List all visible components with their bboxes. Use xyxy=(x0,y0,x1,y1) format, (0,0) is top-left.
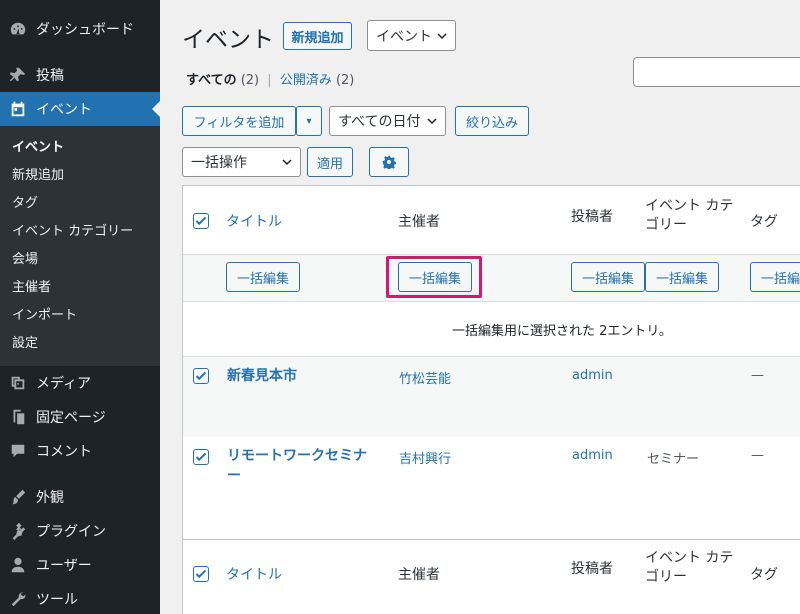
divider xyxy=(183,539,800,540)
row-tags: — xyxy=(751,448,764,463)
bulk-action-value: 一括操作 xyxy=(191,155,247,171)
chevron-down-icon xyxy=(437,32,447,39)
add-filter-dropdown-button[interactable]: ▾ xyxy=(296,106,322,136)
view-published-count: (2) xyxy=(335,73,355,88)
menu-plugins[interactable]: プラグイン xyxy=(0,514,160,548)
gear-icon xyxy=(382,155,396,169)
column-organizer: 主催者 xyxy=(398,214,440,230)
submenu-item[interactable]: 設定 xyxy=(12,334,38,354)
column-tags: タグ xyxy=(750,214,778,230)
submenu-item[interactable]: 会場 xyxy=(12,250,38,270)
menu-dashboard[interactable]: ダッシュボード xyxy=(0,12,160,46)
row-category: セミナー xyxy=(647,452,700,467)
menu-label: 固定ページ xyxy=(36,410,106,426)
menu-label: イベント xyxy=(36,102,92,118)
highlight-box xyxy=(386,256,482,298)
select-all-checkbox[interactable] xyxy=(193,213,209,229)
menu-label: 外観 xyxy=(36,490,64,506)
add-filter-button[interactable]: フィルタを追加 xyxy=(182,106,296,136)
dashboard-icon xyxy=(8,19,28,39)
menu-posts[interactable]: 投稿 xyxy=(0,58,160,92)
row-checkbox[interactable] xyxy=(193,368,209,384)
submenu-item[interactable]: タグ xyxy=(12,194,38,214)
menu-label: コメント xyxy=(36,444,92,460)
column-organizer-footer: 主催者 xyxy=(398,567,440,583)
submenu-item[interactable]: 主催者 xyxy=(12,278,51,298)
row-author[interactable]: admin xyxy=(572,368,613,383)
filter-button[interactable]: 絞り込み xyxy=(455,106,529,136)
row-organizer[interactable]: 竹松芸能 xyxy=(399,368,451,387)
menu-label: ユーザー xyxy=(36,558,92,574)
select-all-checkbox-footer[interactable] xyxy=(193,566,209,582)
bulk-edit-button-title[interactable]: 一括編集 xyxy=(226,262,300,292)
chevron-down-icon xyxy=(427,118,437,125)
column-category-footer-line1: イベント カテ xyxy=(645,550,734,566)
user-icon xyxy=(8,555,28,575)
add-new-button[interactable]: 新規追加 xyxy=(283,22,352,50)
view-all-label[interactable]: すべての xyxy=(186,73,237,88)
menu-label: ダッシュボード xyxy=(36,22,134,38)
submenu-item[interactable]: インポート xyxy=(12,306,77,326)
view-separator: | xyxy=(267,73,272,88)
column-title-footer[interactable]: タイトル xyxy=(226,564,282,584)
row-tags: — xyxy=(751,368,764,383)
view-filters: すべての (2) | 公開済み (2) xyxy=(186,69,354,88)
menu-users[interactable]: ユーザー xyxy=(0,548,160,582)
date-filter-value: すべての日付 xyxy=(338,114,421,130)
view-published-link[interactable]: 公開済み xyxy=(280,73,332,88)
page-title: イベント xyxy=(182,27,274,53)
column-tags-footer: タグ xyxy=(750,567,778,583)
menu-label: プラグイン xyxy=(36,524,106,540)
column-category-line2: ゴリー xyxy=(645,217,687,233)
post-type-select-value: イベント xyxy=(376,28,432,45)
menu-appearance[interactable]: 外観 xyxy=(0,480,160,514)
row-checkbox[interactable] xyxy=(193,449,209,465)
date-filter-select[interactable]: すべての日付 xyxy=(329,106,446,136)
bulk-action-select[interactable]: 一括操作 xyxy=(182,147,301,177)
row-author[interactable]: admin xyxy=(572,448,613,463)
plugin-icon xyxy=(8,521,28,541)
chevron-down-icon xyxy=(282,159,292,166)
appearance-icon xyxy=(8,487,28,507)
submenu-item[interactable]: 新規追加 xyxy=(12,166,64,186)
post-type-select[interactable]: イベント xyxy=(367,20,456,51)
events-submenu: イベント 新規追加 タグ イベント カテゴリー 会場 主催者 インポート 設定 xyxy=(0,126,160,366)
menu-pages[interactable]: 固定ページ xyxy=(0,400,160,434)
column-author: 投稿者 xyxy=(571,209,613,225)
comment-icon xyxy=(8,441,28,461)
column-category-footer-line2: ゴリー xyxy=(645,569,687,585)
tools-icon xyxy=(8,589,28,609)
admin-sidebar: ダッシュボード 投稿 イベント イベント 新規追加 タグ イベント カテゴリー … xyxy=(0,0,160,614)
bulk-edit-button-tags[interactable]: 一括編集 xyxy=(750,262,800,292)
pin-icon xyxy=(8,65,28,85)
row-title-link-wrap[interactable]: ー xyxy=(227,466,241,486)
search-input[interactable] xyxy=(633,57,800,87)
column-author-footer: 投稿者 xyxy=(571,561,613,577)
row-title-link[interactable]: 新春見本市 xyxy=(227,366,297,386)
menu-comments[interactable]: コメント xyxy=(0,434,160,468)
column-category-line1: イベント カテ xyxy=(645,198,734,214)
submenu-item[interactable]: イベント カテゴリー xyxy=(12,222,133,242)
media-icon xyxy=(8,373,28,393)
bulk-edit-button-category[interactable]: 一括編集 xyxy=(645,262,719,292)
apply-button[interactable]: 適用 xyxy=(307,147,353,177)
bulk-edit-button-author[interactable]: 一括編集 xyxy=(571,262,645,292)
settings-button[interactable] xyxy=(369,147,409,177)
view-all-count: (2) xyxy=(240,73,260,88)
row-organizer[interactable]: 吉村興行 xyxy=(399,448,451,467)
page-icon xyxy=(8,407,28,427)
menu-label: 投稿 xyxy=(36,68,64,84)
menu-tools[interactable]: ツール xyxy=(0,582,160,614)
submenu-item[interactable]: イベント xyxy=(12,138,64,158)
menu-events[interactable]: イベント xyxy=(0,92,160,126)
menu-label: メディア xyxy=(36,376,92,392)
menu-media[interactable]: メディア xyxy=(0,366,160,400)
menu-label: ツール xyxy=(36,592,78,608)
row-title-link[interactable]: リモートワークセミナ xyxy=(227,446,367,466)
calendar-icon xyxy=(8,99,28,119)
column-title[interactable]: タイトル xyxy=(226,211,282,231)
bulk-edit-notice: 一括編集用に選択された 2エントリ。 xyxy=(452,324,672,339)
